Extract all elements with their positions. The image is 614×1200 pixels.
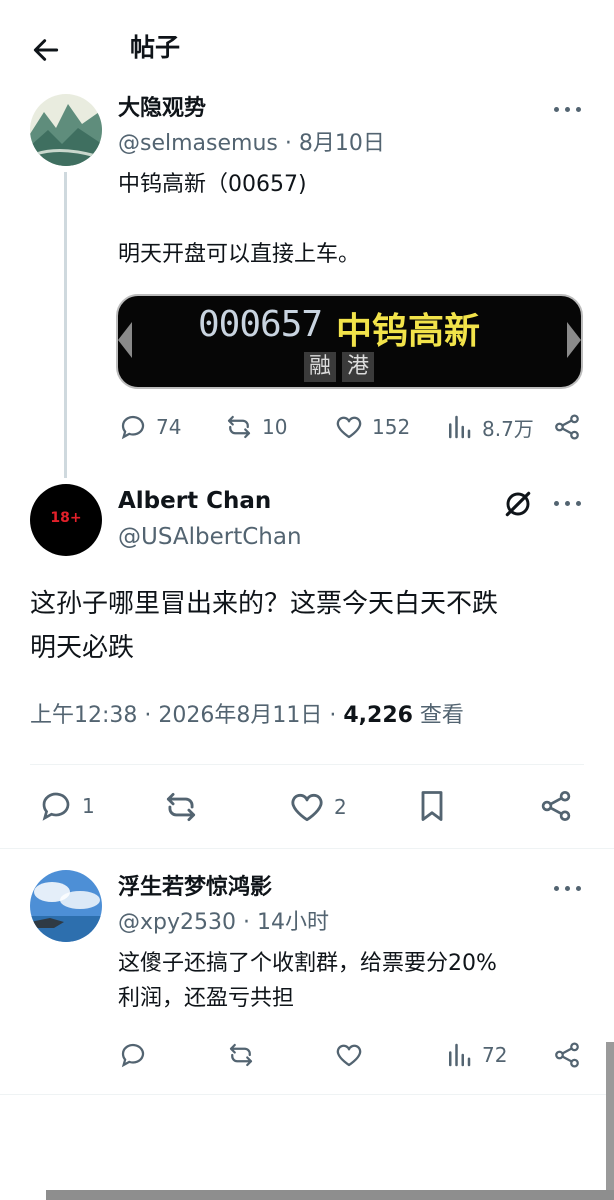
reply-icon	[121, 415, 145, 440]
reply-count: 74	[156, 415, 182, 439]
author-name[interactable]: 浮生若梦惊鸿影	[118, 873, 272, 903]
share-icon[interactable]	[552, 1040, 582, 1070]
divider	[30, 764, 584, 765]
post-date[interactable]: 8月10日	[299, 131, 385, 156]
bookmark-icon[interactable]	[414, 788, 450, 824]
views-count: 8.7万	[482, 416, 534, 441]
thread-line	[64, 172, 67, 478]
post-meta: 上午12:38 · 2026年8月11日 · 4,226 查看	[30, 700, 464, 732]
post-text-line1: 中钨高新（00657)	[118, 172, 307, 197]
like-button[interactable]: 2	[288, 788, 347, 826]
bottom-scrollbar[interactable]	[46, 1190, 614, 1200]
post-timestamp[interactable]: 上午12:38 · 2026年8月11日 ·	[30, 703, 343, 728]
repost-icon[interactable]	[162, 788, 200, 826]
post-text-line2: 明天开盘可以直接上车。	[118, 242, 361, 267]
heart-icon	[291, 793, 323, 822]
avatar[interactable]	[30, 94, 102, 166]
views-button[interactable]: 8.7万	[444, 412, 534, 442]
stock-name: 中钨高新	[336, 311, 481, 352]
margin-tag: 融	[304, 352, 336, 382]
reply-text-line2: 利润，还盈亏共担	[118, 986, 295, 1011]
heart-icon[interactable]	[334, 1040, 364, 1070]
stock-image-card[interactable]: 000657 中钨高新 融 港	[116, 294, 583, 389]
repost-icon	[227, 415, 251, 439]
reply-icon[interactable]	[118, 1040, 148, 1070]
share-icon[interactable]	[552, 412, 582, 442]
divider	[0, 848, 614, 849]
connect-tag: 港	[342, 352, 374, 382]
like-button[interactable]: 152	[334, 412, 410, 442]
like-count: 152	[372, 415, 411, 439]
stock-code: 000657	[198, 304, 323, 345]
avatar-badge-text: 18+	[50, 510, 82, 526]
like-count: 2	[334, 795, 347, 819]
reply-text-line1: 这傻子还搞了个收割群，给票要分20%	[118, 951, 497, 976]
card-right-arrow-icon	[567, 322, 581, 358]
main-post-line1: 这孙子哪里冒出来的？这票今天白天不跌	[30, 589, 499, 619]
card-left-arrow-icon	[118, 322, 132, 358]
view-label: 查看	[412, 703, 464, 728]
author-name[interactable]: 大隐观势	[118, 94, 206, 124]
view-count: 4,226	[343, 703, 413, 728]
reply-button[interactable]: 1	[38, 788, 95, 824]
separator-dot: ·	[243, 910, 257, 935]
page-title: 帖子	[130, 33, 181, 62]
author-handle-line[interactable]: @selmasemus · 8月10日	[118, 129, 385, 159]
repost-button[interactable]: 10	[224, 412, 287, 442]
heart-icon	[336, 416, 362, 439]
reply-button[interactable]: 74	[118, 412, 181, 442]
reply-icon	[42, 792, 70, 821]
author-handle-line[interactable]: @xpy2530 · 14小时	[118, 908, 329, 938]
author-handle[interactable]: @xpy2530	[118, 910, 236, 935]
avatar[interactable]: 18+	[30, 484, 102, 556]
reply-count: 1	[82, 794, 95, 818]
reply-time[interactable]: 14小时	[257, 910, 329, 935]
main-post-line2: 明天必跌	[30, 633, 135, 663]
grok-icon[interactable]	[502, 488, 534, 520]
repost-count: 10	[262, 415, 288, 439]
more-options-icon[interactable]	[554, 104, 584, 114]
author-name[interactable]: Albert Chan	[118, 486, 271, 516]
views-count: 72	[482, 1043, 508, 1067]
views-button[interactable]: 72	[444, 1040, 507, 1070]
share-icon[interactable]	[538, 788, 574, 824]
more-options-icon[interactable]	[554, 883, 584, 893]
back-arrow-icon[interactable]	[30, 34, 62, 66]
repost-icon[interactable]	[226, 1040, 256, 1070]
author-handle[interactable]: @selmasemus	[118, 131, 278, 156]
analytics-icon	[449, 415, 471, 439]
avatar[interactable]	[30, 870, 102, 942]
author-handle[interactable]: @USAlbertChan	[118, 522, 302, 552]
divider	[0, 1094, 614, 1095]
scrollbar[interactable]	[606, 1042, 614, 1190]
separator-dot: ·	[284, 131, 299, 156]
more-options-icon[interactable]	[554, 498, 584, 508]
analytics-icon	[449, 1043, 471, 1067]
